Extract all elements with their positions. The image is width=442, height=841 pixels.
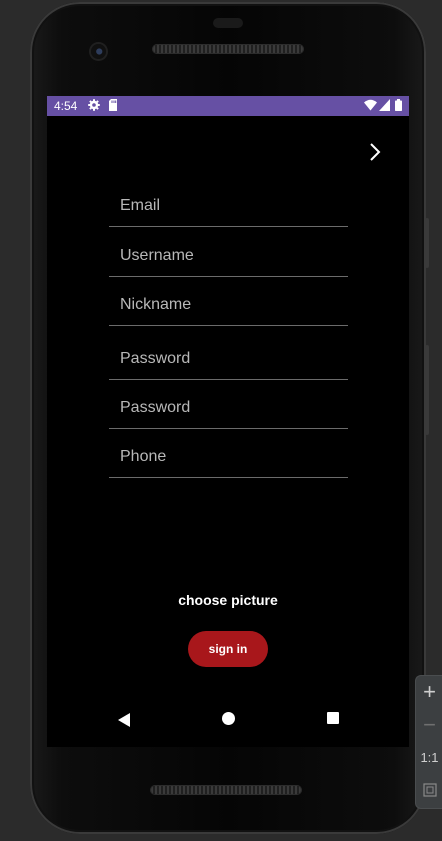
power-button <box>425 345 429 435</box>
home-icon[interactable] <box>222 712 235 725</box>
phone-field[interactable] <box>109 437 348 477</box>
choose-picture-button[interactable]: choose picture <box>47 592 409 608</box>
emulator-stage: 4:54 Email Username Nickname Phone choos… <box>0 0 442 841</box>
confirm-password-field[interactable] <box>109 388 348 428</box>
gear-icon <box>88 99 100 114</box>
battery-icon <box>395 99 402 114</box>
front-camera <box>91 44 106 59</box>
zoom-out-button[interactable]: − <box>416 712 442 738</box>
status-time: 4:54 <box>54 99 78 113</box>
nickname-field[interactable] <box>109 285 348 325</box>
status-bar: 4:54 <box>47 96 409 116</box>
device-screen: 4:54 Email Username Nickname Phone choos… <box>47 96 409 747</box>
phone-field-container <box>109 437 348 478</box>
fit-screen-icon[interactable] <box>416 783 442 799</box>
nickname-field-container <box>109 285 348 326</box>
top-speaker-grill <box>153 45 303 53</box>
recents-icon[interactable] <box>327 712 339 724</box>
username-field[interactable] <box>109 236 348 276</box>
signal-icon <box>379 99 390 114</box>
password-field[interactable] <box>109 339 348 379</box>
email-field-container <box>109 186 348 227</box>
username-field-container <box>109 236 348 277</box>
back-icon[interactable] <box>117 712 131 727</box>
confirm-password-field-container <box>109 388 348 429</box>
next-chevron-icon[interactable] <box>365 140 385 164</box>
top-sensor <box>213 18 243 28</box>
sd-card-icon <box>108 99 118 114</box>
email-field[interactable] <box>109 186 348 226</box>
zoom-controls: + − 1:1 <box>415 675 442 809</box>
volume-button <box>425 218 429 268</box>
zoom-in-button[interactable]: + <box>416 679 442 705</box>
bottom-speaker-grill <box>151 786 301 794</box>
wifi-icon <box>364 99 377 114</box>
sign-in-button[interactable]: sign in <box>188 631 268 667</box>
actual-size-button[interactable]: 1:1 <box>416 750 442 766</box>
password-field-container <box>109 339 348 380</box>
